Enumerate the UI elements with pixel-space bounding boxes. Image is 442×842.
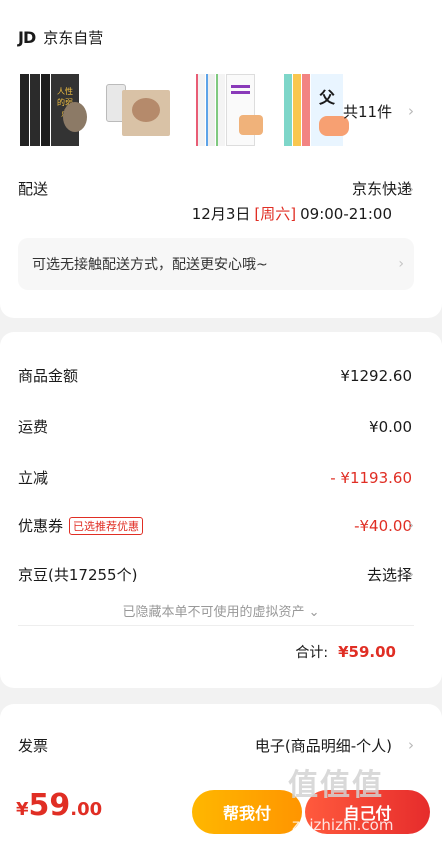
chevron-right-icon[interactable]: › [408,516,414,534]
chevron-right-icon[interactable]: › [408,180,414,198]
shop-header[interactable]: JD 京东自营 [18,27,103,48]
jd-logo-icon: JD [18,28,36,47]
delivery-weekday: [周六] [254,205,297,223]
goods-amount-label: 商品金额 [18,367,79,385]
product-thumb-2[interactable] [102,70,174,150]
hidden-assets-toggle[interactable]: 已隐藏本单不可使用的虚拟资产 ⌄ [0,601,442,620]
invoice-row[interactable]: 发票 电子(商品明细-个人) [18,735,392,756]
product-thumb-4[interactable]: 父 [278,70,350,150]
chevron-right-icon[interactable]: › [408,102,414,120]
contactless-tip-text: 可选无接触配送方式，配送更安心哦~ [32,257,268,273]
pay-total-dec: .00 [70,799,103,820]
goods-amount-value: ¥1292.60 [340,366,412,385]
product-thumb-1[interactable]: 人性的弱点 [14,70,87,150]
watermark-url: zhizhizhi.com [292,816,394,834]
product-count[interactable]: 共11件 [343,101,392,122]
currency-symbol: ¥ [16,799,29,820]
total-value: ¥59.00 [338,643,396,661]
product-thumb-3[interactable] [190,70,263,150]
divider [18,625,414,626]
pay-total: ¥ 59 .00 [16,788,102,823]
coupon-label: 优惠券 [18,517,64,535]
chevron-right-icon: › [398,256,404,272]
shipping-row: 运费 ¥0.00 [18,416,412,437]
help-pay-button[interactable]: 帮我付 [192,790,302,834]
delivery-label: 配送 [18,180,49,198]
discount-label: 立减 [18,469,49,487]
invoice-label: 发票 [18,737,49,755]
pay-total-int: 59 [28,788,71,823]
coupon-row[interactable]: 优惠券 已选推荐优惠 -¥40.00 [18,515,412,536]
chevron-right-icon[interactable]: › [408,565,414,583]
discount-value: - ¥1193.60 [330,468,412,487]
shop-card: JD 京东自营 人性的弱点 [0,0,442,318]
total-row: 合计: ¥59.00 [18,642,396,662]
delivery-time: 12月3日 [周六] 09:00-21:00 [18,203,392,224]
jd-bean-action: 去选择 [366,566,412,584]
coupon-value: -¥40.00 [354,516,412,535]
discount-row: 立减 - ¥1193.60 [18,467,412,488]
delivery-row[interactable]: 配送 京东快递 [18,178,412,199]
product-thumbnails[interactable]: 人性的弱点 [14,70,350,150]
contactless-tip[interactable]: 可选无接触配送方式，配送更安心哦~ › [18,238,414,290]
chevron-right-icon[interactable]: › [408,736,414,754]
delivery-date: 12月3日 [191,205,251,223]
shipping-value: ¥0.00 [369,417,412,436]
shop-name: 京东自营 [43,29,104,47]
invoice-value: 电子(商品明细-个人) [254,737,392,755]
watermark-logo: 值值值 [288,768,384,803]
delivery-carrier: 京东快递 [351,180,412,198]
shipping-label: 运费 [18,418,49,436]
goods-amount-row: 商品金额 ¥1292.60 [18,365,412,386]
total-label: 合计: [295,645,329,661]
jd-bean-label: 京豆(共17255个) [18,566,138,584]
delivery-window: 09:00-21:00 [300,204,392,223]
coupon-tag: 已选推荐优惠 [69,516,144,535]
jd-bean-row[interactable]: 京豆(共17255个) 去选择 [18,564,412,585]
